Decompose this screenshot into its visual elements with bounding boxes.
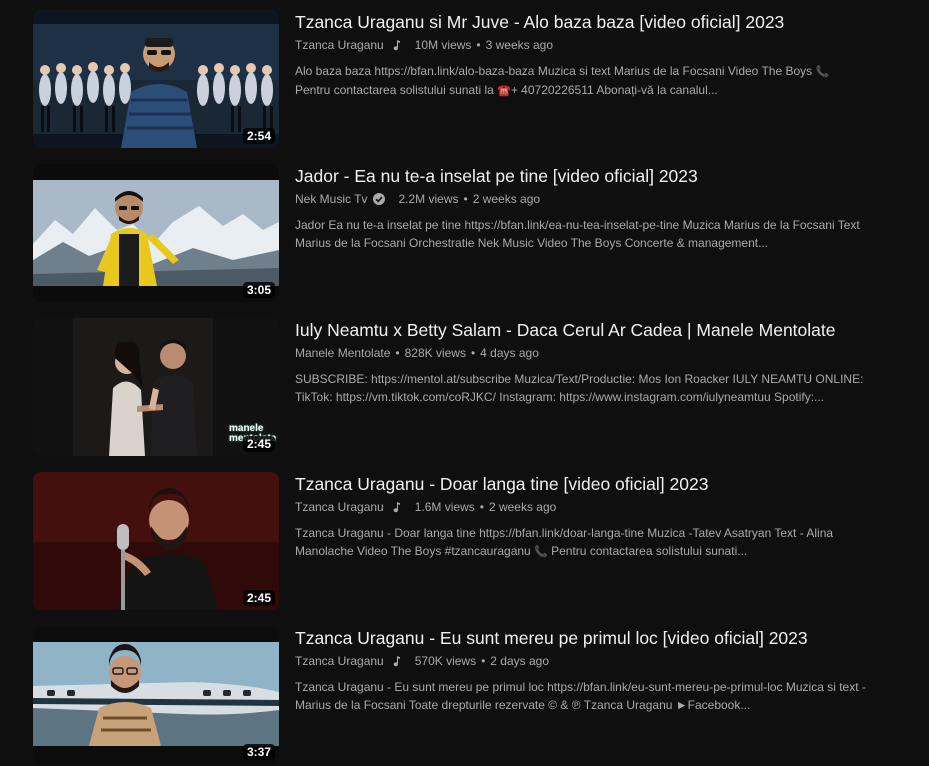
upload-age: 4 days ago [480,346,539,360]
video-duration: 3:05 [242,282,275,298]
video-description: Tzanca Uraganu - Doar langa tine https:/… [295,524,867,561]
thumbnail-image [33,626,279,764]
video-info: Tzanca Uraganu - Doar langa tine [video … [295,472,885,561]
verified-check-icon [373,193,386,205]
video-meta: Nek Music Tv 2.2M views • 2 weeks ago [295,190,885,208]
video-duration: 2:45 [242,590,275,606]
video-meta: Tzanca Uraganu 10M views • 3 weeks ago [295,36,885,54]
channel-name[interactable]: Nek Music Tv [295,190,367,208]
meta-separator: • [470,346,476,360]
music-note-icon [393,40,400,51]
thumbnail-image [33,10,279,148]
video-results-list: 2:54 Tzanca Uraganu si Mr Juve - Alo baz… [0,0,929,766]
video-description: Tzanca Uraganu - Eu sunt mereu pe primul… [295,680,866,712]
channel-name[interactable]: Tzanca Uraganu [295,652,384,670]
channel-name[interactable]: Tzanca Uraganu [295,36,384,54]
view-count: 10M views [414,38,472,52]
video-meta: Tzanca Uraganu 570K views • 2 days ago [295,652,885,670]
upload-age: 2 weeks ago [472,192,541,206]
video-thumbnail[interactable]: 3:05 [33,164,279,302]
video-info: Tzanca Uraganu - Eu sunt mereu pe primul… [295,626,885,714]
video-thumbnail[interactable]: 2:54 [33,10,279,148]
view-count: 570K views [414,654,477,668]
video-duration: 2:54 [242,128,275,144]
video-result[interactable]: 2:45 Tzanca Uraganu - Doar langa tine [v… [33,472,913,610]
music-note-icon [393,656,400,667]
view-count: 828K views [404,346,466,360]
video-title[interactable]: Tzanca Uraganu - Eu sunt mereu pe primul… [295,625,885,651]
meta-separator: • [479,500,484,514]
video-info: Jador - Ea nu te-a inselat pe tine [vide… [295,164,885,252]
video-meta: Tzanca Uraganu 1.6M views • 2 weeks ago [295,498,885,516]
upload-age: 3 weeks ago [485,38,553,52]
thumbnail-image [33,164,279,302]
video-result[interactable]: 3:37 Tzanca Uraganu - Eu sunt mereu pe p… [33,626,913,764]
video-info: Tzanca Uraganu si Mr Juve - Alo baza baz… [295,10,885,100]
video-title[interactable]: Iuly Neamtu x Betty Salam - Daca Cerul A… [295,317,885,343]
video-title[interactable]: Tzanca Uraganu si Mr Juve - Alo baza baz… [295,9,885,35]
view-count: 1.6M views [414,500,475,514]
video-duration: 2:45 [242,436,275,452]
video-duration: 3:37 [242,744,275,760]
video-meta: Manele Mentolate • 828K views • 4 days a… [295,344,885,362]
meta-separator: • [476,38,481,52]
phone-icon: 📞 [534,546,548,558]
video-result[interactable]: 3:05 Jador - Ea nu te-a inselat pe tine … [33,164,913,302]
view-count: 2.2M views [398,192,459,206]
meta-separator: • [395,346,400,360]
video-title[interactable]: Tzanca Uraganu - Doar langa tine [video … [295,471,885,497]
music-note-icon [393,502,400,513]
phone-icon: 📞 [815,66,830,78]
video-thumbnail[interactable]: manele mentolate 2:45 [33,318,279,456]
meta-separator: • [481,654,486,668]
channel-name[interactable]: Tzanca Uraganu [295,498,384,516]
video-description: SUBSCRIBE: https://mentol.at/subscribe M… [295,372,864,404]
video-thumbnail[interactable]: 3:37 [33,626,279,764]
channel-name[interactable]: Manele Mentolate [295,344,390,362]
meta-separator: • [463,192,468,206]
video-info: Iuly Neamtu x Betty Salam - Daca Cerul A… [295,318,885,406]
thumbnail-image [33,472,279,610]
upload-age: 2 weeks ago [488,500,557,514]
telephone-icon: ☎️ [497,85,511,97]
video-thumbnail[interactable]: 2:45 [33,472,279,610]
video-description: Alo baza baza https://bfan.link/alo-baza… [295,62,867,100]
upload-age: 2 days ago [490,654,550,668]
video-result[interactable]: manele mentolate 2:45 Iuly Neamtu x Bett… [33,318,913,456]
video-result[interactable]: 2:54 Tzanca Uraganu si Mr Juve - Alo baz… [33,10,913,148]
video-description: Jador Ea nu te-a inselat pe tine https:/… [295,218,860,250]
video-title[interactable]: Jador - Ea nu te-a inselat pe tine [vide… [295,163,885,189]
